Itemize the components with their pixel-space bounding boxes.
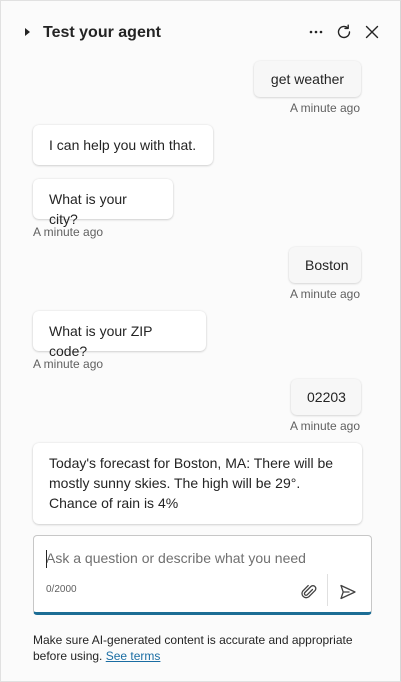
message-composer: 0/2000 [33, 535, 372, 615]
agent-message: What is your city? [33, 179, 173, 227]
message-timestamp: A minute ago [289, 101, 360, 115]
user-message: Boston [289, 247, 361, 283]
user-message: get weather [254, 61, 361, 97]
message-text: What is your city? [49, 191, 127, 227]
message-text: Today's forecast for Boston, MA: There w… [49, 455, 334, 511]
refresh-button[interactable] [332, 20, 356, 44]
panel-header: Test your agent [1, 1, 400, 63]
text-cursor [46, 550, 47, 568]
more-horizontal-icon [309, 30, 323, 34]
close-icon [365, 25, 379, 39]
message-text: 02203 [307, 389, 346, 405]
message-input[interactable] [46, 548, 346, 572]
message-text: get weather [270, 71, 345, 87]
caret-right-icon[interactable] [25, 28, 30, 36]
agent-message: What is your ZIP code? [33, 311, 206, 359]
character-counter: 0/2000 [46, 584, 77, 595]
message-text: What is your ZIP code? [49, 323, 153, 359]
send-button[interactable] [336, 580, 360, 604]
paperclip-icon [301, 584, 317, 599]
more-options-button[interactable] [304, 20, 328, 44]
close-button[interactable] [360, 20, 384, 44]
agent-message: Today's forecast for Boston, MA: There w… [33, 443, 362, 524]
panel-title: Test your agent [43, 24, 161, 41]
ai-disclaimer: Make sure AI-generated content is accura… [33, 632, 373, 664]
message-timestamp: A minute ago [289, 287, 360, 301]
message-timestamp: A minute ago [33, 357, 104, 371]
composer-divider [327, 574, 328, 606]
refresh-icon [337, 24, 351, 39]
agent-message: I can help you with that. [33, 125, 213, 165]
message-text: I can help you with that. [49, 137, 197, 153]
message-timestamp: A minute ago [289, 419, 360, 433]
see-terms-link[interactable]: See terms [106, 649, 161, 663]
test-agent-panel: Test your agent get weather A minute ago… [0, 0, 401, 682]
message-text: Boston [305, 257, 349, 273]
attach-button[interactable] [297, 580, 321, 604]
disclaimer-text: Make sure AI-generated content is accura… [33, 633, 353, 663]
user-message: 02203 [291, 379, 361, 415]
message-timestamp: A minute ago [33, 225, 104, 239]
send-icon [340, 584, 356, 600]
